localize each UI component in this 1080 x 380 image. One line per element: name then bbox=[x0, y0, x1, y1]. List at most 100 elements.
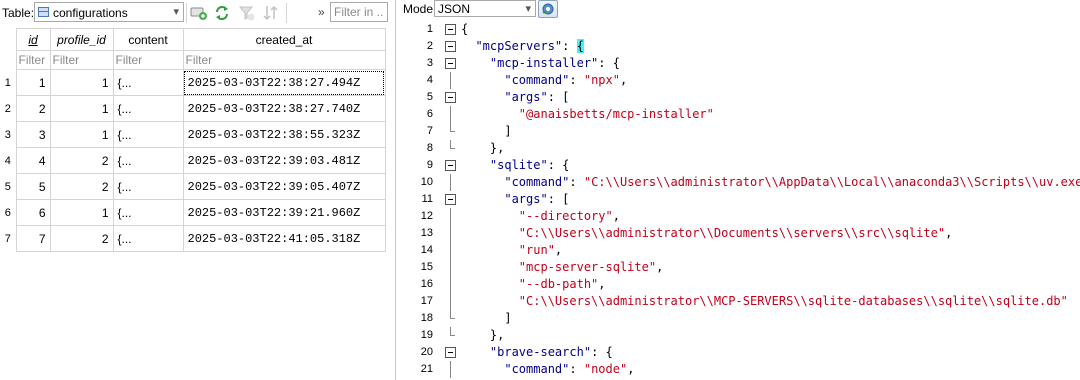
code-line[interactable]: 1{ bbox=[401, 21, 1080, 38]
code-line[interactable]: 16 "--db-path", bbox=[401, 276, 1080, 293]
fold-toggle-icon[interactable] bbox=[445, 194, 456, 205]
code-line[interactable]: 2 "mcpServers": { bbox=[401, 38, 1080, 55]
cell-id[interactable]: 7 bbox=[15, 225, 51, 252]
table-row[interactable]: 6 6 1 {... 2025-03-03T22:39:21.960Z bbox=[0, 199, 386, 226]
code-line[interactable]: 19 }, bbox=[401, 327, 1080, 344]
refresh-icon[interactable] bbox=[213, 4, 231, 22]
fold-toggle-icon[interactable] bbox=[445, 58, 456, 69]
fold-guide bbox=[450, 72, 451, 89]
cell-content[interactable]: {... bbox=[112, 147, 184, 174]
table-row[interactable]: 5 5 2 {... 2025-03-03T22:39:05.407Z bbox=[0, 173, 386, 200]
code-line[interactable]: 15 "mcp-server-sqlite", bbox=[401, 259, 1080, 276]
filter-cell-created-at[interactable] bbox=[182, 50, 386, 70]
cell-profile-id[interactable]: 1 bbox=[49, 69, 114, 96]
filter-input[interactable] bbox=[330, 2, 388, 22]
column-header-id[interactable]: id bbox=[15, 28, 51, 51]
fold-toggle-icon[interactable] bbox=[445, 347, 456, 358]
cell-created-at[interactable]: 2025-03-03T22:41:05.318Z bbox=[182, 225, 386, 252]
cell-created-at[interactable]: 2025-03-03T22:38:55.323Z bbox=[182, 121, 386, 148]
fold-guide bbox=[450, 293, 451, 310]
fold-toggle-icon[interactable] bbox=[445, 24, 456, 35]
code-line[interactable]: 11 "args": [ bbox=[401, 191, 1080, 208]
table-row[interactable]: 2 2 1 {... 2025-03-03T22:38:27.740Z bbox=[0, 95, 386, 122]
filter-profile-id-input[interactable] bbox=[51, 52, 112, 68]
cell-content[interactable]: {... bbox=[112, 225, 184, 252]
line-number: 2 bbox=[426, 40, 433, 52]
code-text: "args": [ bbox=[504, 192, 570, 206]
line-number: 12 bbox=[420, 210, 433, 222]
code-text: ] bbox=[461, 311, 512, 325]
row-number: 7 bbox=[0, 225, 16, 252]
table-select[interactable]: configurations ▾ bbox=[34, 2, 184, 22]
cell-content[interactable]: {... bbox=[112, 199, 184, 226]
code-line[interactable]: 10 "command": "C:\\Users\\administrator\… bbox=[401, 174, 1080, 191]
sort-icon[interactable] bbox=[262, 4, 280, 22]
cell-profile-id[interactable]: 2 bbox=[49, 225, 114, 252]
code-line[interactable]: 14 "run", bbox=[401, 242, 1080, 259]
filter-id-input[interactable] bbox=[17, 52, 49, 68]
table-select-value: configurations bbox=[53, 6, 128, 20]
clear-filters-icon[interactable] bbox=[238, 4, 256, 22]
cell-content[interactable]: {... bbox=[112, 173, 184, 200]
code-line[interactable]: 20 "brave-search": { bbox=[401, 344, 1080, 361]
mode-select[interactable]: JSON ▾ bbox=[434, 0, 536, 17]
cell-profile-id[interactable]: 2 bbox=[49, 147, 114, 174]
json-editor-panel: Mode: JSON ▾ 1{2 "mcpServers": {3 "mcp-i… bbox=[401, 0, 1080, 380]
fold-toggle-icon[interactable] bbox=[445, 41, 456, 52]
code-line[interactable]: 7 ] bbox=[401, 123, 1080, 140]
code-line[interactable]: 5 "args": [ bbox=[401, 89, 1080, 106]
cell-created-at[interactable]: 2025-03-03T22:38:27.494Z bbox=[182, 69, 386, 96]
cell-profile-id[interactable]: 2 bbox=[49, 173, 114, 200]
table-row[interactable]: 7 7 2 {... 2025-03-03T22:41:05.318Z bbox=[0, 225, 386, 252]
line-number: 6 bbox=[426, 108, 433, 120]
code-line[interactable]: 21 "command": "node", bbox=[401, 361, 1080, 378]
code-line[interactable]: 3 "mcp-installer": { bbox=[401, 55, 1080, 72]
apply-button[interactable] bbox=[538, 0, 558, 18]
column-header-profile-id[interactable]: profile_id bbox=[49, 28, 114, 51]
code-editor[interactable]: 1{2 "mcpServers": {3 "mcp-installer": {4… bbox=[401, 21, 1080, 380]
filter-created-at-input[interactable] bbox=[184, 52, 384, 68]
column-header-content[interactable]: content bbox=[112, 28, 184, 51]
code-line[interactable]: 12 "--directory", bbox=[401, 208, 1080, 225]
cell-created-at[interactable]: 2025-03-03T22:39:21.960Z bbox=[182, 199, 386, 226]
fold-guide bbox=[450, 174, 451, 191]
table-row[interactable]: 3 3 1 {... 2025-03-03T22:38:55.323Z bbox=[0, 121, 386, 148]
code-text: "run", bbox=[518, 243, 563, 257]
row-number: 4 bbox=[0, 147, 16, 174]
cell-created-at[interactable]: 2025-03-03T22:38:27.740Z bbox=[182, 95, 386, 122]
cell-content[interactable]: {... bbox=[112, 95, 184, 122]
cell-content[interactable]: {... bbox=[112, 69, 184, 96]
chevron-down-icon: ▾ bbox=[525, 3, 531, 15]
filter-content-input[interactable] bbox=[114, 52, 182, 68]
code-line[interactable]: 9 "sqlite": { bbox=[401, 157, 1080, 174]
filter-cell-profile-id[interactable] bbox=[49, 50, 114, 70]
cell-id[interactable]: 6 bbox=[15, 199, 51, 226]
code-line[interactable]: 17 "C:\\Users\\administrator\\MCP-SERVER… bbox=[401, 293, 1080, 310]
cell-id[interactable]: 5 bbox=[15, 173, 51, 200]
more-icon[interactable]: » bbox=[318, 5, 325, 19]
cell-content[interactable]: {... bbox=[112, 121, 184, 148]
code-line[interactable]: 4 "command": "npx", bbox=[401, 72, 1080, 89]
cell-profile-id[interactable]: 1 bbox=[49, 95, 114, 122]
code-line[interactable]: 13 "C:\\Users\\administrator\\Documents\… bbox=[401, 225, 1080, 242]
code-line[interactable]: 18 ] bbox=[401, 310, 1080, 327]
code-line[interactable]: 6 "@anaisbetts/mcp-installer" bbox=[401, 106, 1080, 123]
cell-id[interactable]: 3 bbox=[15, 121, 51, 148]
code-text: "C:\\Users\\administrator\\MCP-SERVERS\\… bbox=[518, 294, 1068, 308]
cell-id[interactable]: 4 bbox=[15, 147, 51, 174]
table-row[interactable]: 4 4 2 {... 2025-03-03T22:39:03.481Z bbox=[0, 147, 386, 174]
code-line[interactable]: 8 }, bbox=[401, 140, 1080, 157]
add-record-icon[interactable] bbox=[190, 4, 208, 22]
fold-toggle-icon[interactable] bbox=[445, 160, 456, 171]
cell-created-at[interactable]: 2025-03-03T22:39:05.407Z bbox=[182, 173, 386, 200]
cell-id[interactable]: 1 bbox=[15, 69, 51, 96]
fold-toggle-icon[interactable] bbox=[445, 92, 456, 103]
table-row[interactable]: 1 1 1 {... 2025-03-03T22:38:27.494Z bbox=[0, 69, 386, 96]
filter-cell-content[interactable] bbox=[112, 50, 184, 70]
filter-cell-id[interactable] bbox=[15, 50, 51, 70]
column-header-created-at[interactable]: created_at bbox=[182, 28, 386, 51]
cell-profile-id[interactable]: 1 bbox=[49, 121, 114, 148]
cell-id[interactable]: 2 bbox=[15, 95, 51, 122]
cell-created-at[interactable]: 2025-03-03T22:39:03.481Z bbox=[182, 147, 386, 174]
cell-profile-id[interactable]: 1 bbox=[49, 199, 114, 226]
